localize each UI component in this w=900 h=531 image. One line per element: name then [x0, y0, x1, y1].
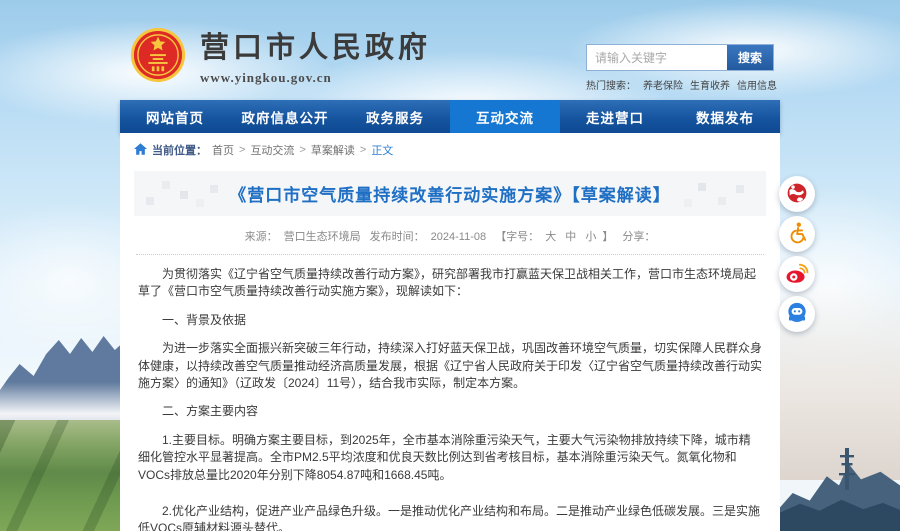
- home-icon: [134, 143, 147, 158]
- site-name: 营口市人民政府: [200, 24, 431, 66]
- search-button[interactable]: 搜索: [727, 45, 773, 70]
- breadcrumb-separator: >: [360, 144, 366, 156]
- meta-fontsize-prefix: 【字号：: [495, 231, 539, 243]
- hot-search-link[interactable]: 生育收养: [690, 77, 730, 92]
- banner-decoration: [698, 183, 706, 191]
- breadcrumb-current: 正文: [371, 142, 393, 158]
- hot-search-link[interactable]: 养老保险: [643, 77, 683, 92]
- breadcrumb-link-interaction[interactable]: 互动交流: [250, 142, 294, 158]
- nav-item-interaction[interactable]: 互动交流: [450, 100, 560, 133]
- breadcrumb-location-label: 当前位置：: [152, 142, 207, 158]
- site-header: 营口市人民政府 www.yingkou.gov.cn 搜索 热门搜索： 养老保险…: [120, 0, 780, 100]
- share-label: 分享：: [622, 231, 655, 243]
- nav-item-info-disclosure[interactable]: 政府信息公开: [230, 100, 340, 133]
- site-brand-text: 营口市人民政府 www.yingkou.gov.cn: [200, 24, 431, 86]
- nav-item-home[interactable]: 网站首页: [120, 100, 230, 133]
- nav-item-gov-services[interactable]: 政务服务: [340, 100, 450, 133]
- robot-headset-icon: [784, 300, 810, 329]
- breadcrumb-link-home[interactable]: 首页: [212, 142, 234, 158]
- meta-source-label: 来源：: [245, 231, 278, 243]
- site-brand[interactable]: 营口市人民政府 www.yingkou.gov.cn: [130, 24, 431, 86]
- smart-qa-button[interactable]: [779, 296, 815, 332]
- article-meta: 来源： 营口生态环境局 发布时间： 2024-11-08 【字号： 大 中 小】 分享…: [120, 228, 780, 244]
- weibo-button[interactable]: [779, 256, 815, 292]
- accessibility-button[interactable]: [779, 216, 815, 252]
- article-title: 《营口市空气质量持续改善行动实施方案》【草案解读】: [229, 181, 671, 206]
- article-section-heading: 二、方案主要内容: [138, 403, 762, 420]
- fontsize-large-button[interactable]: 大: [545, 231, 556, 243]
- meta-time: 2024-11-08: [431, 231, 486, 243]
- international-button[interactable]: [779, 176, 815, 212]
- left-fields-background: [0, 420, 140, 531]
- hot-search-bar: 热门搜索： 养老保险 生育收养 信用信息: [586, 77, 774, 92]
- article-paragraph: 为进一步落实全面振兴新突破三年行动，持续深入打好蓝天保卫战，巩固改善环境空气质量…: [138, 340, 762, 392]
- nav-item-data-release[interactable]: 数据发布: [670, 100, 780, 133]
- site-url: www.yingkou.gov.cn: [200, 70, 431, 86]
- breadcrumb-separator: >: [299, 144, 305, 156]
- globe-icon: [784, 180, 810, 209]
- pagoda-silhouette: [836, 446, 858, 495]
- fontsize-small-button[interactable]: 小: [585, 231, 596, 243]
- breadcrumb-separator: >: [239, 144, 245, 156]
- floating-toolbar: [779, 176, 815, 332]
- fontsize-medium-button[interactable]: 中: [565, 231, 576, 243]
- article-section-heading: 一、背景及依据: [138, 312, 762, 329]
- article-body: 为贯彻落实《辽宁省空气质量持续改善行动方案》，研究部署我市打赢蓝天保卫战相关工作…: [120, 255, 780, 531]
- banner-decoration: [180, 191, 188, 199]
- meta-time-label: 发布时间：: [370, 231, 425, 243]
- main-navbar: 网站首页 政府信息公开 政务服务 互动交流 走进营口 数据发布: [120, 100, 780, 133]
- breadcrumb-link-draft-interpretation[interactable]: 草案解读: [311, 142, 355, 158]
- weibo-icon: [784, 260, 810, 289]
- search-box: 搜索: [586, 44, 774, 71]
- meta-source: 营口生态环境局: [284, 231, 361, 243]
- article-paragraph: 1.主要目标。明确方案主要目标，到2025年，全市基本消除重污染天气，主要大气污…: [138, 432, 762, 484]
- page-container: 营口市人民政府 www.yingkou.gov.cn 搜索 热门搜索： 养老保险…: [120, 0, 780, 531]
- national-emblem-logo: [130, 27, 186, 83]
- breadcrumb: 当前位置： 首页 > 互动交流 > 草案解读 > 正文: [120, 133, 780, 161]
- wheelchair-icon: [784, 220, 810, 249]
- search-area: 搜索 热门搜索： 养老保险 生育收养 信用信息: [586, 44, 774, 92]
- hot-search-label: 热门搜索：: [586, 77, 636, 92]
- hot-search-link[interactable]: 信用信息: [737, 77, 777, 92]
- article-paragraph: 2.优化产业结构，促进产业产品绿色升级。一是推动优化产业结构和布局。二是推动产业…: [138, 503, 762, 531]
- search-input[interactable]: [587, 45, 727, 70]
- nav-item-about-yingkou[interactable]: 走进营口: [560, 100, 670, 133]
- meta-fontsize-suffix: 】: [602, 231, 613, 243]
- content-card: 当前位置： 首页 > 互动交流 > 草案解读 > 正文 《营口市空气质量持续改善…: [120, 133, 780, 531]
- article-paragraph: 为贯彻落实《辽宁省空气质量持续改善行动方案》，研究部署我市打赢蓝天保卫战相关工作…: [138, 266, 762, 301]
- article-title-banner: 《营口市空气质量持续改善行动实施方案》【草案解读】: [134, 171, 766, 216]
